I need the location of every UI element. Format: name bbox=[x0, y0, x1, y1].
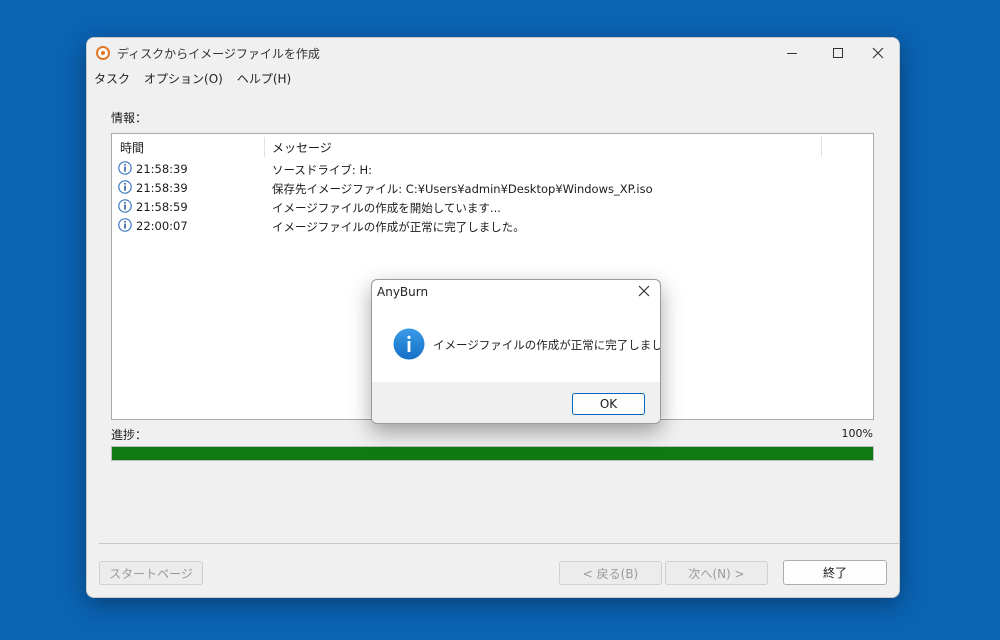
dialog-message: イメージファイルの作成が正常に完了しました。 bbox=[433, 338, 661, 352]
progress-bar bbox=[111, 446, 874, 461]
back-button[interactable]: < 戻る(B) bbox=[559, 561, 662, 585]
log-row[interactable]: 22:00:07 イメージファイルの作成が正常に完了しました。 bbox=[112, 217, 873, 235]
info-icon bbox=[393, 328, 425, 360]
log-message: イメージファイルの作成が正常に完了しました。 bbox=[272, 220, 525, 234]
dialog-footer: OK bbox=[372, 382, 660, 423]
title-bar[interactable]: ディスクからイメージファイルを作成 bbox=[87, 38, 899, 68]
log-time: 21:58:39 bbox=[136, 162, 188, 176]
dialog-title: AnyBurn bbox=[377, 285, 429, 299]
progress-label: 進捗： bbox=[111, 428, 148, 442]
info-icon bbox=[118, 161, 132, 175]
maximize-icon bbox=[833, 48, 843, 58]
column-divider[interactable] bbox=[821, 137, 822, 157]
window-title: ディスクからイメージファイルを作成 bbox=[117, 47, 320, 61]
finish-button[interactable]: 終了 bbox=[783, 560, 887, 585]
close-button[interactable] bbox=[855, 38, 899, 68]
next-button[interactable]: 次へ(N) > bbox=[665, 561, 768, 585]
log-row[interactable]: 21:58:39 ソースドライブ: H: bbox=[112, 160, 873, 178]
completion-dialog: AnyBurn イメージファイルの作成が正常に完了しました。 OK bbox=[371, 279, 661, 424]
info-icon bbox=[118, 199, 132, 213]
column-divider[interactable] bbox=[264, 137, 265, 157]
info-label: 情報： bbox=[111, 111, 148, 125]
menu-help[interactable]: ヘルプ(H) bbox=[237, 70, 291, 87]
log-message: ソースドライブ: H: bbox=[272, 163, 372, 177]
log-message: イメージファイルの作成を開始しています... bbox=[272, 201, 501, 215]
progress-fill bbox=[112, 447, 873, 460]
log-row[interactable]: 21:58:59 イメージファイルの作成を開始しています... bbox=[112, 198, 873, 216]
minimize-button[interactable] bbox=[769, 38, 815, 68]
ok-button[interactable]: OK bbox=[572, 393, 645, 415]
log-time: 21:58:59 bbox=[136, 200, 188, 214]
app-disc-icon bbox=[96, 46, 110, 60]
menu-task[interactable]: タスク bbox=[94, 70, 130, 87]
log-row[interactable]: 21:58:39 保存先イメージファイル: C:¥Users¥admin¥Des… bbox=[112, 179, 873, 197]
column-header-message[interactable]: メッセージ bbox=[272, 139, 332, 156]
log-time: 22:00:07 bbox=[136, 219, 188, 233]
menu-bar: タスク オプション(O) ヘルプ(H) bbox=[87, 68, 899, 88]
log-time: 21:58:39 bbox=[136, 181, 188, 195]
column-header-time[interactable]: 時間 bbox=[120, 139, 144, 156]
log-header: 時間 メッセージ bbox=[112, 134, 873, 158]
start-page-button[interactable]: スタートページ bbox=[99, 561, 203, 585]
minimize-icon bbox=[787, 52, 797, 54]
menu-options[interactable]: オプション(O) bbox=[144, 70, 223, 87]
dialog-close-icon[interactable] bbox=[636, 283, 652, 299]
info-icon bbox=[118, 218, 132, 232]
progress-percent: 100% bbox=[841, 427, 873, 440]
info-icon bbox=[118, 180, 132, 194]
close-icon bbox=[872, 47, 884, 59]
footer-divider bbox=[99, 543, 899, 544]
log-message: 保存先イメージファイル: C:¥Users¥admin¥Desktop¥Wind… bbox=[272, 182, 653, 196]
